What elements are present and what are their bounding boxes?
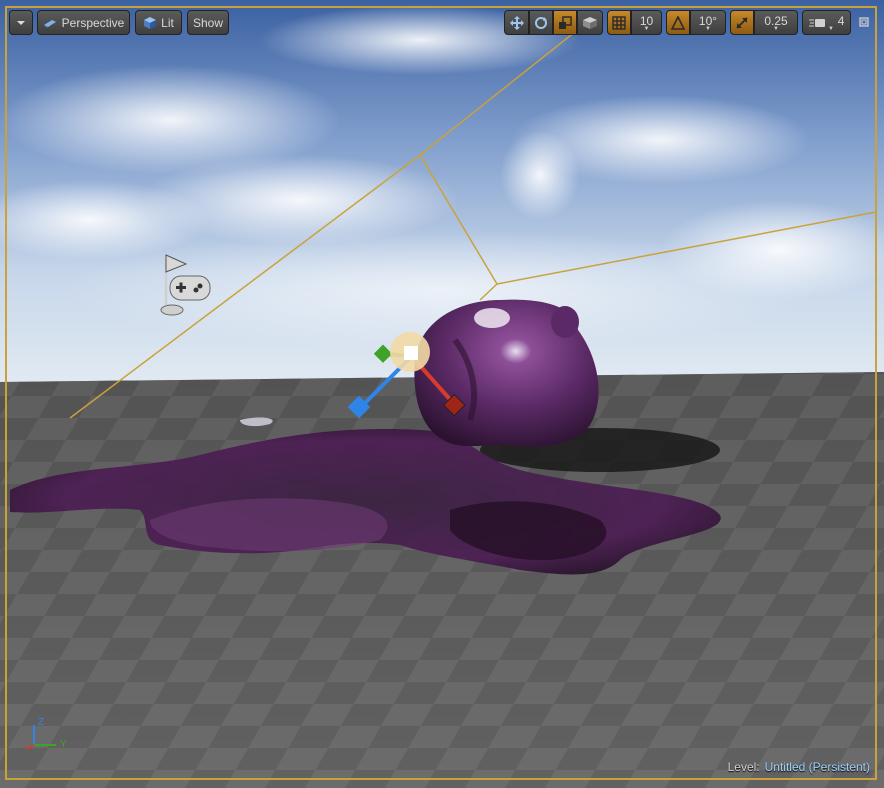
level-prefix: Level:	[727, 760, 760, 774]
angle-icon	[671, 15, 685, 30]
camera-speed-value: 4	[837, 13, 845, 28]
grid-snap-value-dropdown[interactable]: 10 ▼	[631, 10, 662, 35]
coordinate-space-button[interactable]	[577, 10, 603, 35]
perspective-label: Perspective	[61, 15, 125, 30]
lit-button[interactable]: Lit	[135, 10, 182, 35]
scale-arrow-icon	[735, 16, 749, 30]
cube-icon	[143, 16, 157, 30]
axis-y-label: Y	[60, 739, 67, 750]
chevron-down-icon	[16, 19, 26, 27]
scale-icon	[558, 15, 572, 30]
scale-snap-value-dropdown[interactable]: 0.25 ▼	[754, 10, 798, 35]
chevron-down-icon: ▼	[643, 26, 650, 32]
grid-snap-toggle[interactable]	[607, 10, 631, 35]
scene-render	[0, 0, 884, 788]
level-indicator: Level: Untitled (Persistent)	[728, 760, 870, 774]
maximize-button[interactable]	[857, 14, 871, 30]
level-name: Untitled (Persistent)	[764, 760, 870, 774]
viewport-options-button[interactable]	[9, 10, 33, 35]
level-viewport[interactable]: Perspective Lit Show 10 ▼ 10° ▼ 0.25 ▼ 4…	[0, 0, 884, 788]
chevron-down-icon: ▼	[828, 26, 834, 32]
world-icon	[582, 16, 598, 30]
camera-icon	[43, 17, 57, 29]
lit-label: Lit	[161, 15, 174, 30]
show-button[interactable]: Show	[187, 10, 229, 35]
scale-tool-button[interactable]	[553, 10, 577, 35]
chevron-down-icon: ▼	[773, 26, 779, 32]
player-start-icon[interactable]	[158, 250, 214, 318]
translate-tool-button[interactable]	[504, 10, 529, 35]
move-arrows-icon	[509, 15, 524, 30]
rotate-tool-button[interactable]	[529, 10, 553, 35]
axis-z-label: Z	[38, 717, 45, 728]
camera-speed-button[interactable]: 4 ▼	[802, 10, 851, 35]
camera-speed-icon	[808, 17, 827, 29]
perspective-button[interactable]: Perspective	[37, 10, 130, 35]
rotation-snap-value-dropdown[interactable]: 10° ▼	[690, 10, 726, 35]
chevron-down-icon: ▼	[705, 26, 711, 32]
grid-icon	[612, 15, 626, 30]
scale-snap-toggle[interactable]	[730, 10, 754, 35]
rotation-snap-toggle[interactable]	[666, 10, 690, 35]
maximize-icon	[859, 17, 869, 27]
rotate-icon	[534, 16, 548, 30]
axis-indicator: Z Y	[20, 715, 70, 760]
show-label: Show	[192, 15, 224, 30]
